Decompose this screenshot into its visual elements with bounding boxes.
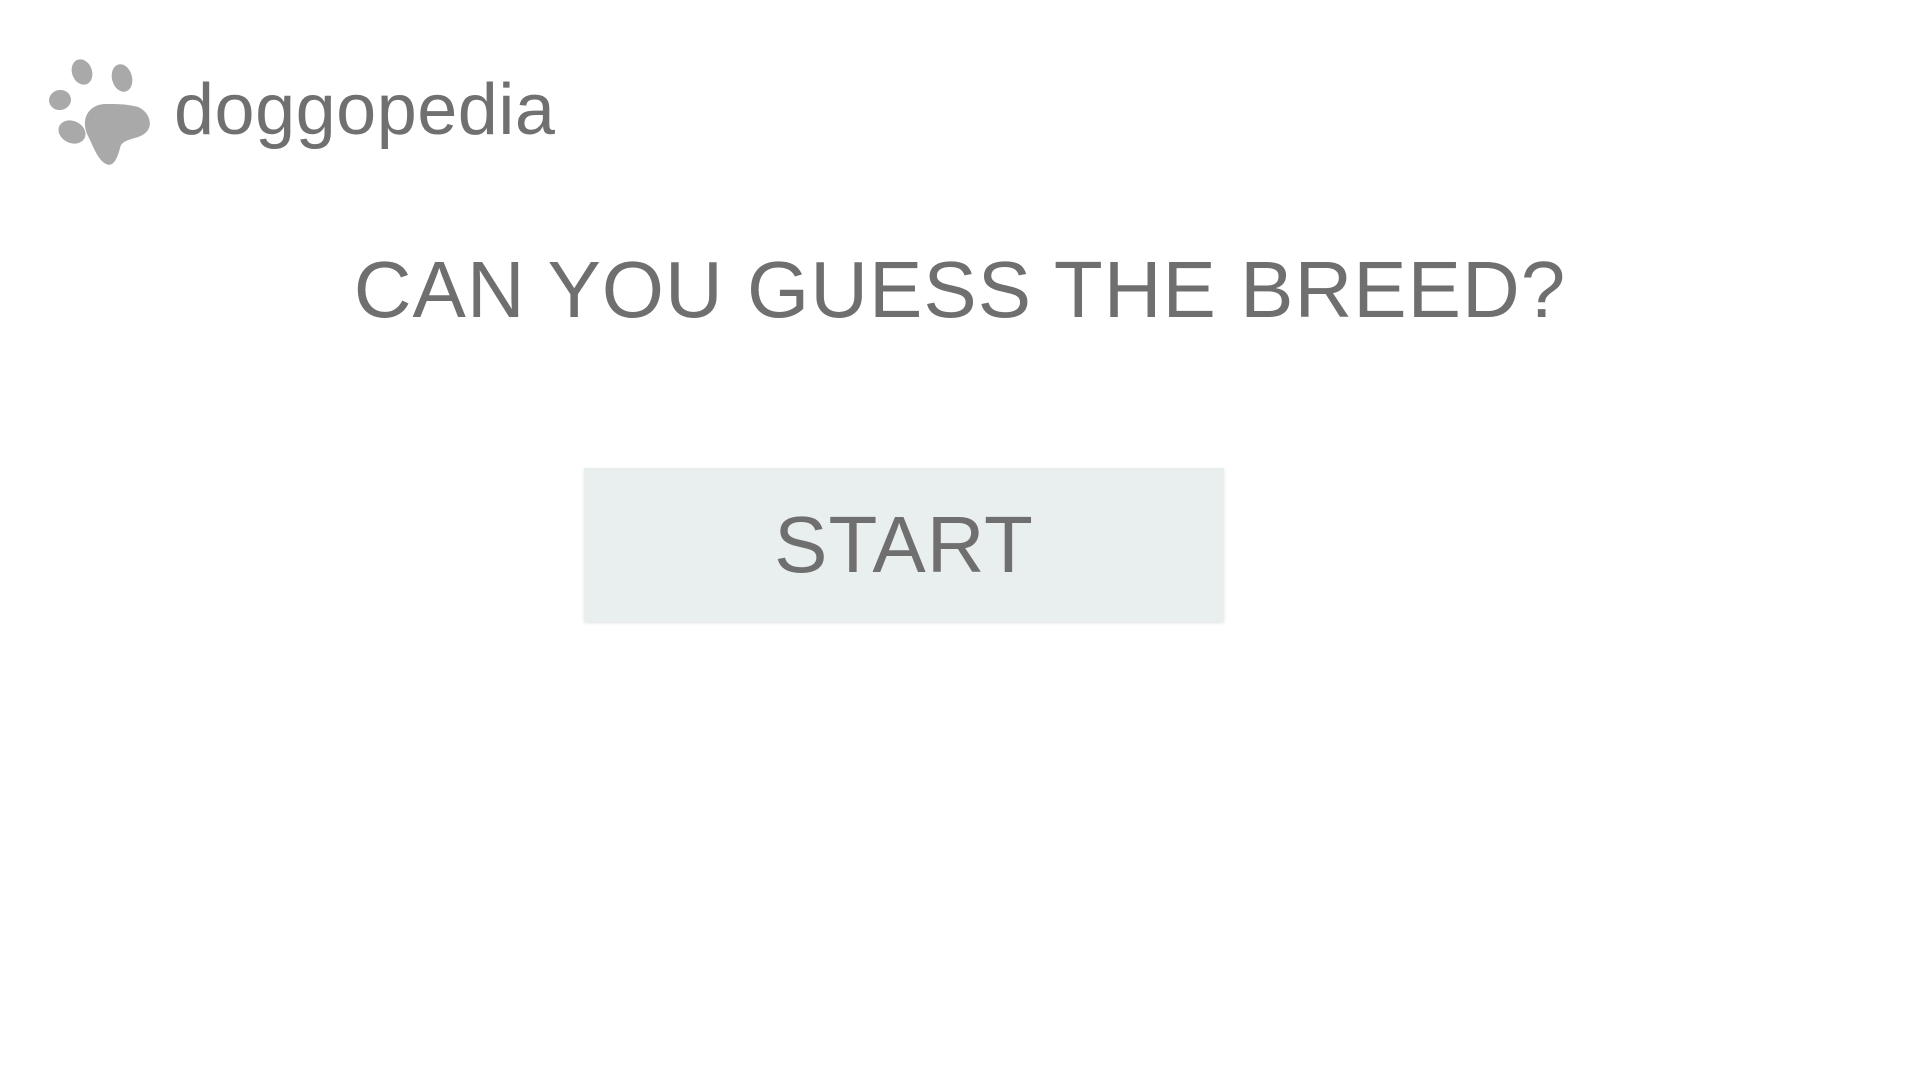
paw-icon <box>48 56 160 168</box>
logo-text: doggopedia <box>174 70 556 150</box>
page: doggopedia CAN YOU GUESS THE BREED? STAR… <box>0 0 1920 1080</box>
start-button[interactable]: START <box>584 468 1224 622</box>
page-title: CAN YOU GUESS THE BREED? <box>353 245 1567 334</box>
logo-link[interactable]: doggopedia <box>48 56 555 168</box>
